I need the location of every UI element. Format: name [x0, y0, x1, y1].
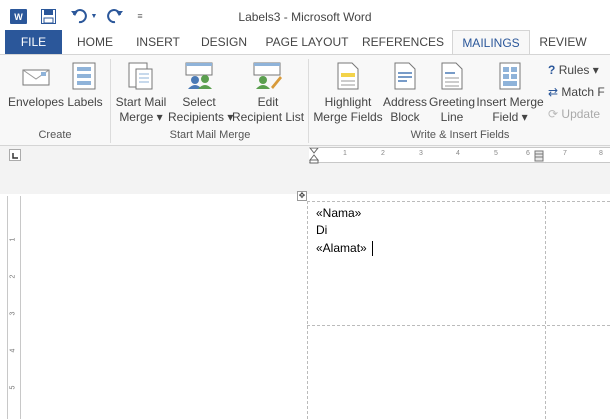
- labels-button[interactable]: Labels: [66, 61, 104, 123]
- match-fields-button[interactable]: ⇄ Match F: [548, 85, 605, 99]
- column-marker-icon[interactable]: [534, 150, 544, 162]
- tab-design[interactable]: DESIGN: [195, 30, 253, 54]
- page-gap: [0, 164, 610, 194]
- table-gridline: [307, 325, 610, 326]
- start-mail-merge-label-1: Start Mail: [115, 95, 167, 109]
- title-bar: W ▼ ≡ Labels3 - Microsoft Word: [0, 0, 610, 30]
- greeting-line-label-1: Greeting: [428, 95, 476, 109]
- ruler-tick: 8: [599, 150, 603, 157]
- tab-page-layout[interactable]: PAGE LAYOUT: [262, 30, 352, 54]
- tab-selector-icon[interactable]: [9, 149, 21, 161]
- group-label-write-insert-fields: Write & Insert Fields: [410, 129, 510, 141]
- labels-icon: [72, 62, 96, 90]
- vertical-ruler[interactable]: 1 2 3 4 5: [7, 196, 21, 419]
- table-gridline: [307, 201, 610, 202]
- edit-recipient-list-label-1: Edit: [257, 95, 279, 109]
- tab-home[interactable]: HOME: [71, 30, 119, 54]
- tab-mailings[interactable]: MAILINGS: [452, 30, 530, 55]
- update-labels-icon: ⟳: [548, 107, 559, 121]
- window-title: Labels3 - Microsoft Word: [238, 10, 372, 24]
- envelopes-label: Envelopes: [8, 95, 65, 109]
- tab-insert[interactable]: INSERT: [130, 30, 186, 54]
- rules-label: Rules ▾: [558, 63, 599, 77]
- table-move-handle-icon[interactable]: ✥: [297, 191, 307, 201]
- highlight-merge-fields-icon: [337, 62, 359, 90]
- match-fields-icon: ⇄: [548, 85, 559, 99]
- ruler-tick: 1: [343, 150, 347, 157]
- word-window: W ▼ ≡ Labels3 - Microsoft Word FILE HOME…: [0, 0, 610, 419]
- highlight-merge-fields-button[interactable]: Highlight Merge Fields: [312, 61, 384, 127]
- ruler-tick: 4: [9, 348, 17, 353]
- envelopes-button[interactable]: Envelopes: [8, 61, 64, 123]
- ruler-tick: 3: [419, 150, 423, 157]
- tab-references[interactable]: REFERENCES: [362, 30, 444, 54]
- edit-recipient-list-icon: [253, 62, 282, 89]
- highlight-label-2: Merge Fields: [313, 110, 383, 124]
- tab-review[interactable]: REVIEW: [534, 30, 592, 54]
- document-page[interactable]: [306, 194, 610, 419]
- group-separator: [308, 59, 309, 143]
- insert-merge-field-icon: [499, 62, 521, 90]
- greeting-line-button[interactable]: Greeting Line: [428, 61, 476, 127]
- insert-merge-field-button[interactable]: Insert Merge Field ▾: [476, 61, 544, 127]
- ribbon-mailings: Envelopes Labels Create Start Mail Merge…: [0, 54, 610, 146]
- group-label-start-mail-merge: Start Mail Merge: [169, 129, 251, 141]
- select-recipients-icon: [185, 62, 213, 89]
- address-block-icon: [394, 62, 416, 90]
- merge-field-nama[interactable]: «Nama»: [316, 206, 361, 220]
- ribbon-tabs: FILE HOME INSERT DESIGN PAGE LAYOUT REFE…: [0, 30, 610, 55]
- group-separator: [110, 59, 111, 143]
- edit-recipient-list-label-2: Recipient List: [232, 110, 305, 124]
- update-labels-label: Update: [561, 107, 601, 121]
- ruler-tick: 5: [494, 150, 498, 157]
- ruler-tick: 4: [456, 150, 460, 157]
- ruler-tick: 6: [526, 150, 530, 157]
- insert-merge-field-label-2: Field ▾: [492, 110, 528, 124]
- insert-merge-field-label-1: Insert Merge: [476, 95, 544, 109]
- table-gridline: [545, 201, 546, 419]
- match-fields-label: Match F: [561, 85, 605, 99]
- select-recipients-label-1: Select: [182, 95, 216, 109]
- start-mail-merge-button[interactable]: Start Mail Merge ▾: [114, 61, 168, 127]
- envelope-icon: [22, 69, 50, 86]
- address-block-label-1: Address: [382, 95, 428, 109]
- ruler-tick: 7: [563, 150, 567, 157]
- ruler-tick: 5: [9, 385, 17, 390]
- select-recipients-button[interactable]: Select Recipients ▾: [168, 61, 234, 127]
- group-label-create: Create: [38, 129, 72, 141]
- ruler-tick: 2: [381, 150, 385, 157]
- start-mail-merge-label-2: Merge ▾: [119, 110, 163, 124]
- ruler-tick: 3: [9, 311, 17, 316]
- address-block-button[interactable]: Address Block: [382, 61, 428, 127]
- select-recipients-label-2: Recipients ▾: [168, 110, 234, 124]
- label-text-line[interactable]: Di: [316, 223, 327, 237]
- text-cursor: [372, 241, 373, 256]
- greeting-line-label-2: Line: [440, 110, 464, 124]
- table-gridline: [307, 201, 308, 419]
- ruler-tick: 1: [9, 237, 17, 242]
- ruler-tick: 2: [9, 274, 17, 279]
- edit-recipient-list-button[interactable]: Edit Recipient List: [232, 61, 304, 127]
- start-mail-merge-icon: [128, 62, 153, 90]
- greeting-line-icon: [441, 62, 463, 90]
- tab-file[interactable]: FILE: [5, 30, 62, 54]
- address-block-label-2: Block: [390, 110, 420, 124]
- rules-button[interactable]: ? Rules ▾: [548, 63, 599, 77]
- labels-label: Labels: [67, 95, 103, 109]
- horizontal-ruler[interactable]: 1 2 3 4 5 6 7 8: [309, 147, 610, 164]
- merge-field-alamat[interactable]: «Alamat»: [316, 241, 367, 255]
- update-labels-button[interactable]: ⟳ Update: [548, 107, 600, 121]
- rules-icon: ?: [548, 63, 556, 77]
- indent-marker-icon[interactable]: [309, 148, 319, 164]
- highlight-label-1: Highlight: [324, 95, 372, 109]
